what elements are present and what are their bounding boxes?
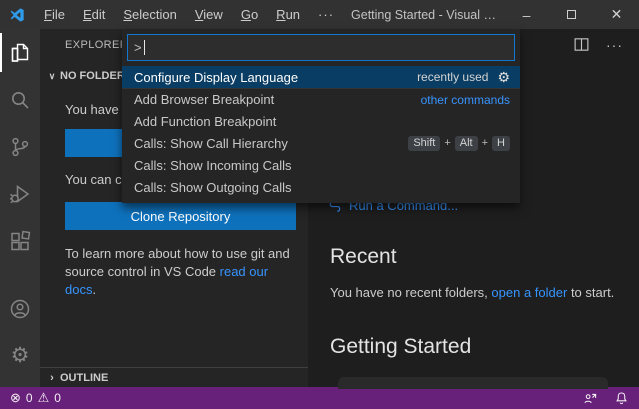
recent-empty-text: You have no recent folders, open a folde… (330, 285, 614, 300)
warning-icon: ⚠ (38, 390, 50, 406)
command-palette: > Configure Display Language recently us… (122, 29, 520, 203)
warning-count: 0 (54, 391, 61, 405)
command-palette-input[interactable]: > (127, 34, 515, 61)
bell-icon[interactable] (614, 390, 629, 406)
maximize-icon[interactable] (549, 0, 594, 29)
menu-go[interactable]: Go (232, 7, 267, 22)
section-outline[interactable]: › OUTLINE (40, 367, 308, 387)
text-caret (144, 40, 146, 55)
key-h: H (492, 136, 510, 151)
window-controls: – ✕ (504, 0, 639, 29)
getting-started-card[interactable] (338, 377, 608, 389)
key-shift: Shift (408, 136, 440, 151)
chevron-right-icon: › (44, 372, 60, 384)
other-commands-label: other commands (421, 93, 510, 107)
git-learn-more-text: To learn more about how to use git and s… (65, 245, 297, 299)
keybinding-chips: Shift + Alt + H (408, 136, 510, 151)
menu-more-icon[interactable]: ··· (309, 7, 343, 22)
activity-bar: ⚙ (0, 29, 40, 387)
vscode-window: File Edit Selection View Go Run ··· Gett… (0, 0, 639, 409)
sidebar-title: EXPLORER (65, 39, 128, 51)
palette-item-show-outgoing-calls[interactable]: Calls: Show Outgoing Calls (122, 176, 520, 198)
menu-selection[interactable]: Selection (114, 7, 185, 22)
palette-item-show-call-hierarchy[interactable]: Calls: Show Call Hierarchy Shift + Alt +… (122, 132, 520, 154)
status-bar: ⊗ 0 ⚠ 0 (0, 387, 639, 409)
accounts-icon[interactable] (0, 285, 40, 332)
search-icon[interactable] (0, 76, 40, 123)
palette-item-configure-display-language[interactable]: Configure Display Language recently used… (122, 66, 520, 88)
problems-status[interactable]: ⊗ 0 ⚠ 0 (10, 390, 61, 406)
palette-item-add-function-breakpoint[interactable]: Add Function Breakpoint (122, 110, 520, 132)
key-alt: Alt (455, 136, 478, 151)
menu-view[interactable]: View (186, 7, 232, 22)
palette-item-show-incoming-calls[interactable]: Calls: Show Incoming Calls (122, 154, 520, 176)
clone-repository-button[interactable]: Clone Repository (65, 202, 296, 230)
command-prompt: > (134, 40, 142, 55)
close-icon[interactable]: ✕ (594, 0, 639, 29)
status-bar-right (582, 390, 629, 406)
configure-gear-icon[interactable]: ⚙ (497, 70, 510, 84)
extensions-icon[interactable] (0, 217, 40, 264)
error-icon: ⊗ (10, 390, 21, 406)
palette-item-add-browser-breakpoint[interactable]: Add Browser Breakpoint other commands (122, 88, 520, 110)
source-control-icon[interactable] (0, 123, 40, 170)
run-and-debug-icon[interactable] (0, 170, 40, 217)
activity-bar-spacer (0, 264, 40, 285)
open-a-folder-link[interactable]: open a folder (491, 285, 567, 300)
vscode-logo-icon (9, 7, 25, 23)
title-bar: File Edit Selection View Go Run ··· Gett… (0, 0, 639, 29)
recent-heading: Recent (330, 245, 397, 269)
menu-file[interactable]: File (35, 7, 74, 22)
split-editor-icon[interactable] (573, 36, 590, 53)
menu-edit[interactable]: Edit (74, 7, 114, 22)
outline-label: OUTLINE (60, 372, 108, 384)
recently-used-label: recently used (417, 70, 488, 84)
minimize-icon[interactable]: – (504, 0, 549, 29)
getting-started-heading: Getting Started (330, 335, 471, 359)
editor-toolbar: ··· (573, 36, 623, 53)
menu-run[interactable]: Run (267, 7, 309, 22)
editor-more-actions-icon[interactable]: ··· (606, 37, 623, 53)
manage-gear-icon[interactable]: ⚙ (0, 332, 40, 379)
command-palette-input-wrap: > (122, 29, 520, 66)
window-title: Getting Started - Visual St... (343, 8, 504, 22)
feedback-icon[interactable] (582, 391, 598, 406)
explorer-icon[interactable] (0, 29, 40, 76)
error-count: 0 (26, 391, 33, 405)
chevron-down-icon: ∨ (44, 71, 60, 82)
